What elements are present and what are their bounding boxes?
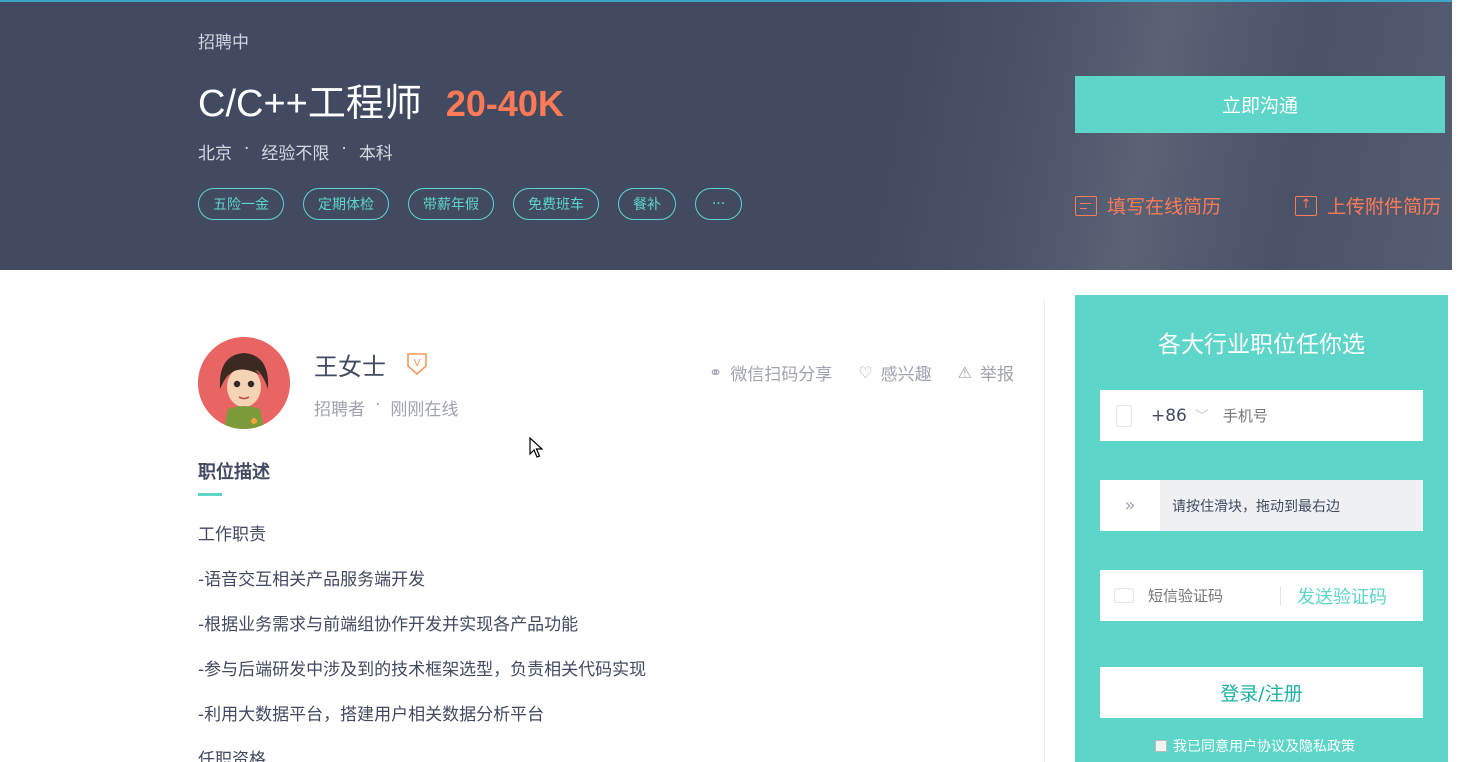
job-status: 招聘中 — [198, 33, 249, 53]
benefit-tags: 五险一金 定期体检 带薪年假 免费班车 餐补 ··· — [198, 188, 742, 220]
recruiter-online-status: 刚刚在线 — [390, 400, 459, 420]
send-code-button[interactable]: 发送验证码 — [1297, 583, 1387, 609]
share-label: 微信扫码分享 — [730, 365, 833, 385]
job-actions: ⚭ 微信扫码分享 ♡ 感兴趣 ⚠ 举报 — [709, 360, 1014, 385]
verified-badge-icon: V — [406, 352, 428, 376]
online-resume-link[interactable]: 填写在线简历 — [1075, 192, 1221, 219]
heart-icon: ♡ — [858, 363, 873, 382]
warning-icon: ⚠ — [957, 363, 972, 382]
section-title: 职位描述 — [198, 462, 270, 483]
sms-code-input[interactable] — [1148, 586, 1278, 605]
title-row: C/C++工程师 20-40K — [198, 72, 564, 127]
sms-field: 发送验证码 — [1100, 570, 1423, 621]
slider-handle[interactable]: » — [1100, 480, 1160, 531]
recruiter-info: 招聘者 · 刚刚在线 — [314, 395, 458, 420]
agreement: 我已同意用户协议及隐私政策 — [1155, 736, 1355, 756]
link-icon: ⚭ — [708, 363, 723, 382]
more-tags-button[interactable]: ··· — [695, 188, 742, 220]
login-title: 各大行业职位任你选 — [1158, 332, 1365, 358]
mail-icon — [1114, 588, 1134, 603]
description-line: 任职资格 — [198, 750, 266, 762]
login-panel: 各大行业职位任你选 +86 ﹀ » 请按住滑块，拖动到最右边 发送验证码 登录/… — [1075, 295, 1448, 762]
job-title: C/C++工程师 — [198, 83, 422, 125]
svg-text:V: V — [414, 358, 421, 369]
job-header-banner: 招聘中 C/C++工程师 20-40K 北京 · 经验不限 · 本科 五险一金 … — [0, 0, 1452, 270]
meta-separator: · — [341, 139, 347, 159]
upload-icon: ↑ — [1295, 195, 1317, 216]
agreement-checkbox[interactable] — [1155, 740, 1167, 752]
benefit-tag: 定期体检 — [303, 188, 389, 220]
chat-now-button[interactable]: 立即沟通 — [1075, 76, 1445, 133]
recruiter-avatar — [198, 337, 290, 429]
share-wechat-button[interactable]: ⚭ 微信扫码分享 — [709, 360, 832, 385]
recruiter-name: 王女士 — [314, 353, 386, 381]
description-line: -语音交互相关产品服务端开发 — [198, 570, 426, 590]
phone-input[interactable] — [1222, 406, 1403, 425]
agreement-label: 我已同意用户协议及隐私政策 — [1173, 739, 1355, 755]
benefit-tag: 餐补 — [618, 188, 676, 220]
job-location: 北京 — [198, 144, 232, 164]
phone-icon — [1116, 404, 1132, 427]
description-line: -利用大数据平台，搭建用户相关数据分析平台 — [198, 705, 545, 725]
report-button[interactable]: ⚠ 举报 — [958, 360, 1014, 385]
benefit-tag: 带薪年假 — [408, 188, 494, 220]
phone-field: +86 ﹀ — [1100, 390, 1423, 441]
benefit-tag: 五险一金 — [198, 188, 284, 220]
interest-button[interactable]: ♡ 感兴趣 — [858, 360, 931, 385]
job-education: 本科 — [358, 144, 393, 164]
login-register-button[interactable]: 登录/注册 — [1100, 667, 1423, 718]
report-label: 举报 — [980, 365, 1014, 385]
field-separator — [1280, 585, 1281, 606]
country-code-select[interactable]: +86 — [1151, 406, 1187, 426]
interest-label: 感兴趣 — [880, 365, 932, 385]
double-chevron-right-icon: » — [1124, 495, 1136, 516]
mouse-cursor-icon — [529, 436, 544, 463]
job-meta: 北京 · 经验不限 · 本科 — [198, 139, 393, 164]
salary: 20-40K — [445, 83, 564, 124]
slider-captcha: » 请按住滑块，拖动到最右边 — [1100, 480, 1423, 531]
job-description: 工作职责 -语音交互相关产品服务端开发 -根据业务需求与前端组协作开发并实现各产… — [198, 522, 646, 762]
info-separator: · — [375, 395, 381, 415]
column-divider — [1044, 300, 1045, 762]
chevron-down-icon[interactable]: ﹀ — [1195, 406, 1209, 426]
benefit-tag: 免费班车 — [513, 188, 599, 220]
slider-hint: 请按住滑块，拖动到最右边 — [1172, 498, 1340, 515]
upload-resume-link[interactable]: ↑ 上传附件简历 — [1295, 192, 1441, 219]
description-line: 工作职责 — [198, 525, 266, 545]
description-line: -参与后端研发中涉及到的技术框架选型，负责相关代码实现 — [198, 660, 647, 680]
recruiter-role: 招聘者 — [314, 400, 365, 420]
meta-separator: · — [244, 139, 250, 159]
resume-form-icon — [1075, 195, 1097, 216]
section-underline — [198, 493, 222, 496]
description-line: -根据业务需求与前端组协作开发并实现各产品功能 — [198, 615, 579, 635]
online-resume-label: 填写在线简历 — [1107, 196, 1222, 218]
upload-resume-label: 上传附件简历 — [1327, 196, 1442, 218]
job-experience: 经验不限 — [261, 144, 330, 164]
